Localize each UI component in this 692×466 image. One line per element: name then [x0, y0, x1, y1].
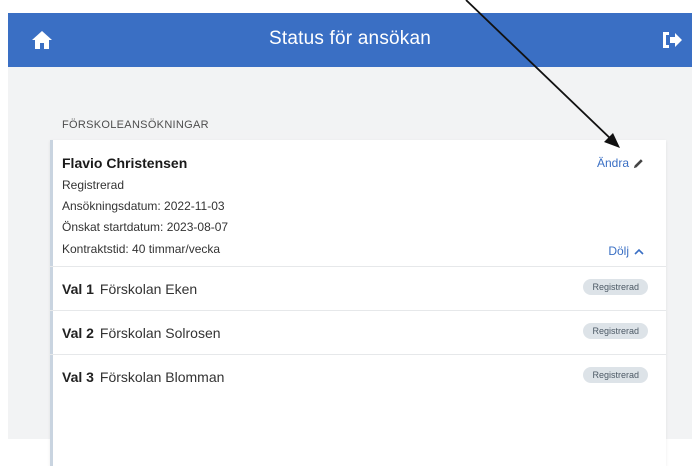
page-title: Status för ansökan: [268, 28, 432, 49]
start-date: Önskat startdatum: 2023-08-07: [62, 220, 229, 234]
choice-row-3: Val 3 Förskolan Blomman Registrerad: [50, 354, 666, 399]
logout-button[interactable]: [660, 29, 684, 51]
hide-details-button[interactable]: Dölj: [608, 244, 644, 258]
choice-row-1: Val 1 Förskolan Eken Registrerad: [50, 266, 666, 311]
choice-school: Förskolan Solrosen: [99, 325, 221, 341]
section-title: FÖRSKOLEANSÖKNINGAR: [62, 119, 209, 131]
choice-label: Val 3: [62, 369, 94, 385]
choice-row-2: Val 2 Förskolan Solrosen Registrerad: [50, 310, 666, 355]
main-content: FÖRSKOLEANSÖKNINGAR Flavio Christensen Ä…: [8, 67, 692, 466]
choice-school: Förskolan Eken: [99, 281, 198, 297]
chevron-up-icon: [634, 248, 644, 255]
edit-button[interactable]: Ändra: [597, 156, 644, 170]
choice-label: Val 1: [62, 281, 94, 297]
status-badge: Registrerad: [583, 367, 648, 383]
applicant-name: Flavio Christensen: [62, 155, 188, 171]
application-date: Ansökningsdatum: 2022-11-03: [62, 199, 225, 213]
choice-school: Förskolan Blomman: [99, 369, 225, 385]
application-card: Flavio Christensen Ändra Registrerad Ans…: [50, 140, 666, 466]
edit-label: Ändra: [596, 156, 629, 170]
choice-label: Val 2: [62, 325, 94, 341]
header-bar: Status för ansökan: [8, 13, 692, 67]
application-status: Registrerad: [62, 178, 125, 192]
logout-icon: [663, 32, 682, 48]
status-badge: Registrerad: [583, 323, 648, 339]
hide-label: Dölj: [608, 244, 629, 258]
contract-time: Kontraktstid: 40 timmar/vecka: [62, 242, 221, 256]
pencil-icon: [633, 158, 643, 168]
status-badge: Registrerad: [583, 279, 648, 295]
